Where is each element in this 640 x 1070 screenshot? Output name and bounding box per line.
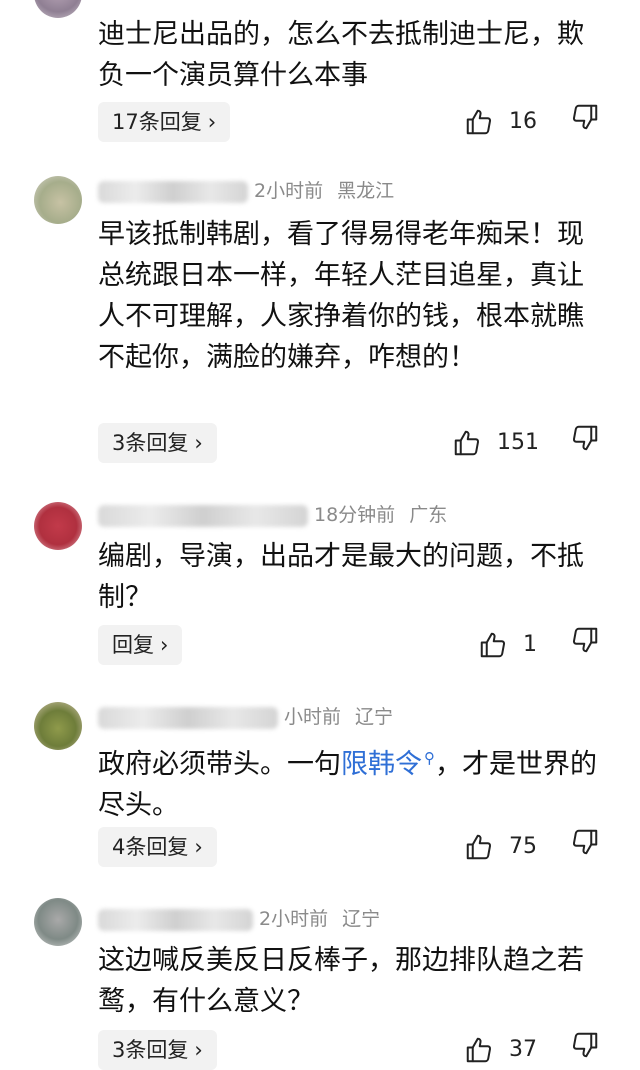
like-count: 16 (509, 109, 537, 134)
thumbs-up-icon (466, 1037, 492, 1063)
comment-text: 政府必须带头。一句限韩令 ⚲，才是世界的尽头。 (98, 738, 598, 826)
thumbs-down-icon (572, 829, 598, 855)
comment-time: 小时前 (284, 706, 342, 728)
chevron-right-icon: › (194, 835, 203, 859)
comment-text-part: 政府必须带头。一句 (98, 749, 341, 780)
thumbs-down-icon (572, 1032, 598, 1058)
reply-button[interactable]: 回复 › (98, 625, 183, 665)
chevron-right-icon: › (194, 431, 203, 455)
comment-text: 这边喊反美反日反棒子，那边排队趋之若鹜，有什么意义？ (98, 945, 584, 1017)
view-replies-button[interactable]: 3条回复 › (98, 423, 217, 463)
view-replies-button[interactable]: 17条回复 › (98, 102, 231, 142)
reply-label: 3条回复 (112, 431, 189, 455)
dislike-button[interactable] (570, 102, 604, 142)
thumbs-up-icon (454, 430, 480, 456)
dislike-button[interactable] (570, 1030, 604, 1070)
comment-text: 早该抵制韩剧，看了得易得老年痴呆！现总统跟日本一样，年轻人茫目追星，真让人不可理… (98, 219, 584, 373)
thumbs-up-icon (466, 109, 492, 135)
dislike-button[interactable] (570, 827, 604, 867)
search-link-label: 限韩令 (341, 749, 422, 780)
username-blurred[interactable] (98, 706, 278, 729)
comment-meta: 2小时前 辽宁 (98, 906, 380, 932)
chevron-right-icon: › (160, 633, 169, 657)
chevron-right-icon: › (194, 1038, 203, 1062)
reply-label: 4条回复 (112, 835, 189, 859)
view-replies-button[interactable]: 4条回复 › (98, 827, 217, 867)
avatar[interactable] (34, 0, 82, 18)
avatar[interactable] (34, 502, 82, 550)
like-button[interactable]: 37 (464, 1030, 537, 1070)
reply-label: 3条回复 (112, 1038, 189, 1062)
comment-time: 18分钟前 (314, 504, 396, 526)
dislike-button[interactable] (570, 625, 604, 665)
like-button[interactable]: 16 (464, 102, 537, 142)
comment-meta: 18分钟前 广东 (98, 502, 447, 528)
reply-label: 17条回复 (112, 110, 202, 134)
username-blurred[interactable] (98, 504, 308, 527)
like-count: 75 (509, 834, 537, 859)
thumbs-down-icon (572, 104, 598, 130)
avatar[interactable] (34, 898, 82, 946)
reply-label: 回复 (112, 633, 154, 657)
like-button[interactable]: 1 (478, 625, 537, 665)
dislike-button[interactable] (570, 423, 604, 463)
comment-time: 2小时前 (259, 908, 329, 930)
comment-location: 广东 (409, 504, 448, 526)
comment-location: 辽宁 (355, 706, 394, 728)
avatar[interactable] (34, 702, 82, 750)
username-blurred[interactable] (98, 180, 248, 203)
comment-text: 迪士尼出品的，怎么不去抵制迪士尼，欺负一个演员算什么本事 (98, 19, 584, 91)
username-blurred[interactable] (98, 908, 253, 931)
thumbs-down-icon (572, 425, 598, 451)
chevron-right-icon: › (207, 110, 217, 134)
search-link[interactable]: 限韩令 ⚲ (341, 749, 435, 780)
like-count: 37 (509, 1037, 537, 1062)
comment-meta: 小时前 辽宁 (98, 704, 393, 730)
thumbs-down-icon (572, 627, 598, 653)
comment-meta: 2小时前 黑龙江 (98, 178, 394, 204)
like-count: 1 (523, 632, 537, 657)
like-button[interactable]: 151 (452, 423, 539, 463)
comment-location: 黑龙江 (337, 180, 395, 202)
view-replies-button[interactable]: 3条回复 › (98, 1030, 217, 1070)
comment-time: 2小时前 (254, 180, 324, 202)
thumbs-up-icon (480, 632, 506, 658)
like-count: 151 (497, 430, 539, 455)
comment-text: 编剧，导演，出品才是最大的问题，不抵制？ (98, 541, 584, 613)
like-button[interactable]: 75 (464, 827, 537, 867)
search-icon: ⚲ (424, 749, 435, 767)
comment-location: 辽宁 (342, 908, 381, 930)
avatar[interactable] (34, 176, 82, 224)
thumbs-up-icon (466, 834, 492, 860)
